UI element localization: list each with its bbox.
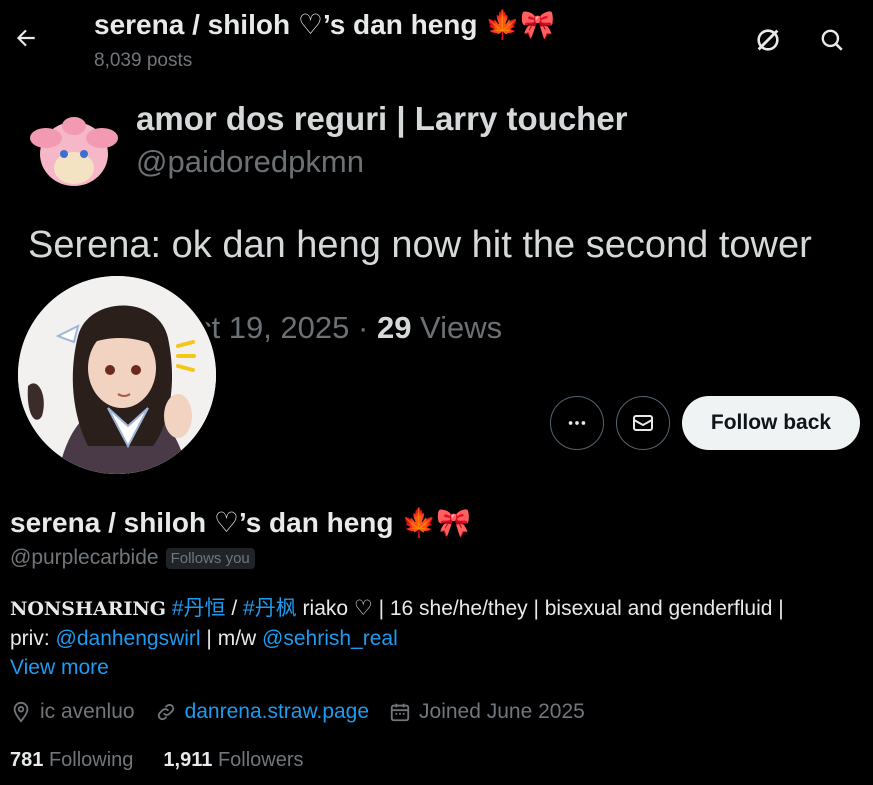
follows-you-badge: Follows you <box>165 547 255 569</box>
search-icon <box>821 29 843 51</box>
quoted-author-handle: @paidoredpkmn <box>136 144 364 179</box>
followers-count: 1,911 <box>163 749 213 771</box>
post-count: 8,039 posts <box>94 50 193 71</box>
quoted-post-views-count: 29 <box>376 310 412 345</box>
message-button[interactable] <box>616 396 670 450</box>
location-text: ic avenluo <box>40 700 135 723</box>
following-count: 781 <box>10 749 44 771</box>
joined-text: Joined June 2025 <box>419 700 585 723</box>
website-link[interactable]: danrena.straw.page <box>185 700 369 724</box>
follow-back-button[interactable]: Follow back <box>682 396 860 450</box>
profile-avatar[interactable] <box>14 272 220 478</box>
search-button[interactable] <box>812 20 852 60</box>
grok-icon <box>757 29 779 51</box>
ribbon-emoji: 🎀 <box>436 507 472 538</box>
bio-separator: / <box>225 597 244 620</box>
quoted-post-text: Serena: ok dan heng now hit the second t… <box>28 224 812 266</box>
location-item: ic avenluo <box>10 700 135 724</box>
quoted-author-name: amor dos reguri | Larry toucher <box>136 100 628 137</box>
bio-nonsharing: NONSHARING <box>10 598 166 620</box>
following-label: Following <box>48 749 134 771</box>
arrow-left-icon <box>16 29 35 47</box>
banner-avatar-image <box>28 108 120 190</box>
bio-mention-2[interactable]: @sehrish_real <box>262 627 398 650</box>
location-pin-icon <box>13 701 29 723</box>
bio-text: riako ♡ | 16 she/he/they | bisexual and … <box>296 597 784 620</box>
profile-meta: ic avenluo danrena.straw.page Joined Jun… <box>10 700 605 724</box>
link-icon <box>157 703 174 721</box>
ribbon-emoji: 🎀 <box>520 9 556 40</box>
grok-button[interactable] <box>748 20 788 60</box>
display-name-text: serena / shiloh ♡’s dan heng <box>10 507 394 538</box>
envelope-icon <box>633 415 653 431</box>
joined-item: Joined June 2025 <box>389 700 585 724</box>
quoted-post-date: ct 19, 2025 · <box>196 310 377 345</box>
follow-stats: 781 Following 1,911 Followers <box>10 749 304 772</box>
bio-priv-label: priv: <box>10 627 56 650</box>
bio-mention-1[interactable]: @danhengswirl <box>56 627 201 650</box>
quoted-post-meta: ct 19, 2025 · 29 Views <box>196 310 502 346</box>
profile-bio: NONSHARING #丹恒 / #丹枫 riako ♡ | 16 she/he… <box>10 594 850 654</box>
profile-header: serena / shiloh ♡’s dan heng 🍁🎀 8,039 po… <box>0 0 873 80</box>
profile-handle-row: @purplecarbide Follows you <box>10 546 255 570</box>
maple-leaf-emoji: 🍁 <box>401 507 437 538</box>
title-text: serena / shiloh ♡’s dan heng <box>94 9 478 40</box>
following-link[interactable]: 781 Following <box>10 749 133 772</box>
view-more-link[interactable]: View more <box>10 656 109 680</box>
page-title: serena / shiloh ♡’s dan heng 🍁🎀 <box>94 8 555 41</box>
more-options-button[interactable] <box>550 396 604 450</box>
profile-display-name: serena / shiloh ♡’s dan heng 🍁 🎀 <box>10 506 471 539</box>
avatar-image <box>18 276 216 474</box>
profile-handle: @purplecarbide <box>10 546 159 569</box>
calendar-icon <box>390 703 410 722</box>
bio-hashtag-2[interactable]: #丹枫 <box>243 597 297 620</box>
back-button[interactable] <box>6 18 46 58</box>
more-horizontal-icon <box>568 421 586 425</box>
followers-label: Followers <box>217 749 304 771</box>
bio-hashtag-1[interactable]: #丹恒 <box>172 597 226 620</box>
quoted-post-views-label: Views <box>411 310 503 345</box>
maple-leaf-emoji: 🍁 <box>485 9 521 40</box>
bio-mw: | m/w <box>200 627 263 650</box>
followers-link[interactable]: 1,911 Followers <box>163 749 303 772</box>
website-item: danrena.straw.page <box>155 700 369 724</box>
